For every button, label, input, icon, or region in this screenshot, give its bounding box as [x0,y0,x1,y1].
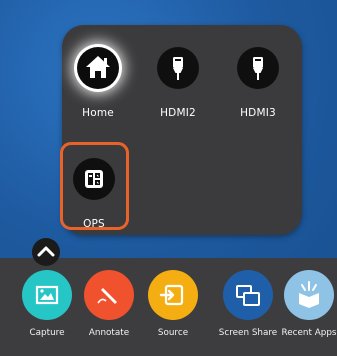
dock-app-label: Recent Apps [281,328,337,338]
dock-app-screen-share[interactable]: Screen Share [216,270,280,339]
source-label: HDMI3 [240,107,276,119]
dock-app-capture[interactable]: Capture [15,270,79,339]
image-frame-icon [22,270,72,320]
input-arrow-icon [148,270,198,320]
hdmi-icon [157,47,199,89]
home-icon [77,47,119,89]
dock-app-recent-apps[interactable]: Recent Apps [277,270,337,339]
dock-app-label: Capture [29,328,65,338]
source-hdmi2[interactable]: HDMI2 [140,47,216,119]
screen-share-icon [223,270,273,320]
dock-app-annotate[interactable]: Annotate [77,270,141,339]
source-hdmi3[interactable]: HDMI3 [220,47,296,119]
selected-source-highlight [60,142,129,230]
hdmi-icon [237,47,279,89]
source-home[interactable]: Home [60,47,136,119]
dock-app-label: Source [157,328,189,338]
dock-app-label: Annotate [88,328,130,338]
source-label: Home [82,107,114,119]
dock-app-label: Screen Share [218,328,278,338]
pen-icon [84,270,134,320]
dock-app-source[interactable]: Source [141,270,205,339]
source-label: HDMI2 [160,107,196,119]
chevron-up-icon[interactable] [32,238,60,266]
open-box-icon [284,270,334,320]
